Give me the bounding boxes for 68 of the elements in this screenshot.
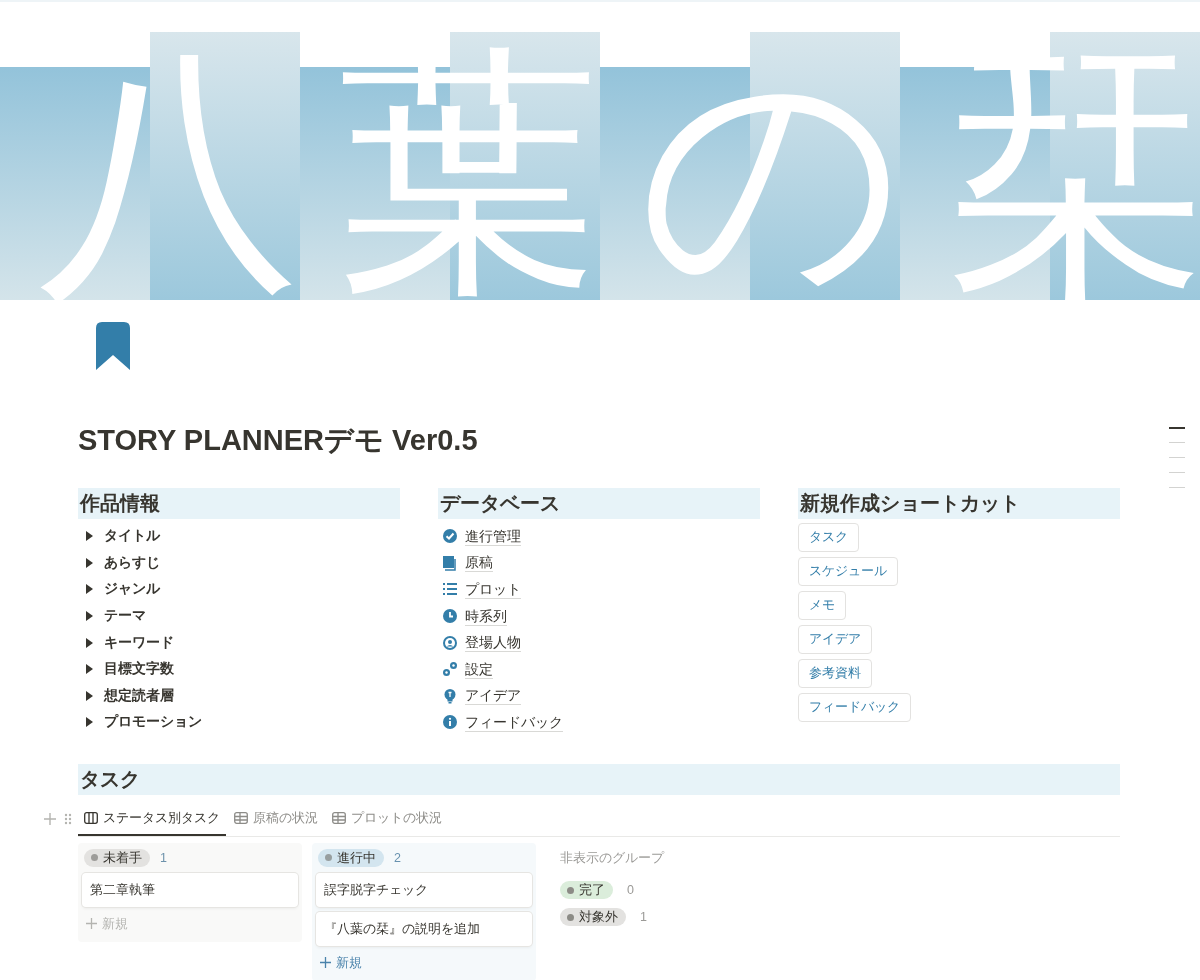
board-icon [84,811,98,824]
lightbulb-icon [442,687,458,704]
card-count: 2 [394,850,401,865]
task-card[interactable]: 第二章執筆 [82,872,298,907]
card-count: 1 [160,850,167,865]
toggle-label[interactable]: プロモーション [104,713,202,732]
view-tab[interactable]: ステータス別タスク [78,800,226,836]
gears-icon [442,661,458,678]
shortcut-button[interactable]: アイデア [798,625,872,654]
shortcut-button[interactable]: スケジュール [798,557,898,586]
section-heading: データベース [438,488,760,519]
view-tab[interactable]: 原稿の状況 [228,800,324,836]
book-icon [442,554,458,571]
table-icon [332,811,346,824]
database-link[interactable]: フィードバック [465,712,563,732]
table-icon [234,811,248,824]
clock-icon [442,608,458,625]
status-tag[interactable]: 対象外 [560,908,626,927]
status-tag: 進行中 [318,848,384,867]
shortcut-button[interactable]: フィードバック [798,693,911,722]
check-circle-icon [442,528,458,545]
database-link[interactable]: プロット [465,580,521,599]
toggle-icon[interactable] [84,717,94,728]
shortcut-button[interactable]: タスク [798,523,859,552]
bookmark-icon [96,322,130,370]
toggle-icon[interactable] [84,690,94,701]
toggle-label[interactable]: 目標文字数 [104,660,174,679]
card-count: 0 [627,883,634,898]
shortcut-button[interactable]: 参考資料 [798,659,872,688]
cover-title: 八葉の栞 [37,24,1200,324]
shortcut-button[interactable]: メモ [798,591,846,620]
card-count: 1 [640,910,647,925]
status-tag: 未着手 [84,848,150,867]
toggle-label[interactable]: 想定読者層 [104,686,174,705]
section-heading: 作品情報 [78,488,400,519]
database-link[interactable]: 原稿 [465,553,493,573]
toggle-label[interactable]: タイトル [104,527,160,546]
toggle-label[interactable]: あらすじ [104,553,160,572]
outline-drawing [1169,427,1185,491]
task-card[interactable]: 『八葉の栞』の説明を追加 [316,911,532,946]
new-card-button[interactable]: 新規 [316,950,366,975]
toggle-label[interactable]: ジャンル [104,580,160,599]
section-heading: 新規作成ショートカット [798,488,1120,519]
database-link[interactable]: アイデア [465,686,521,706]
toggle-icon[interactable] [84,557,94,568]
list-icon [442,581,458,598]
toggle-label[interactable]: テーマ [104,607,146,626]
plus-icon [320,957,331,969]
toggle-icon[interactable] [84,584,94,595]
drag-handle-icon[interactable] [64,812,72,825]
toggle-icon[interactable] [84,611,94,622]
page-title: STORY PLANNERデモ Ver0.5 [78,423,479,458]
hidden-groups-label: 非表示のグループ [560,848,664,867]
task-card[interactable]: 誤字脱字チェック [316,872,532,907]
plus-icon [86,918,97,930]
info-icon [442,714,458,731]
database-link[interactable]: 登場人物 [465,633,521,653]
database-link[interactable]: 進行管理 [465,526,521,546]
toggle-icon[interactable] [84,664,94,675]
person-circle-icon [442,634,458,651]
toggle-icon[interactable] [84,531,94,542]
section-heading: タスク [78,763,1120,795]
database-link[interactable]: 時系列 [465,606,507,626]
database-link[interactable]: 設定 [465,659,493,679]
view-tab[interactable]: プロットの状況 [326,800,448,836]
toggle-label[interactable]: キーワード [104,633,174,652]
status-tag[interactable]: 完了 [560,881,613,900]
toggle-icon[interactable] [84,637,94,648]
